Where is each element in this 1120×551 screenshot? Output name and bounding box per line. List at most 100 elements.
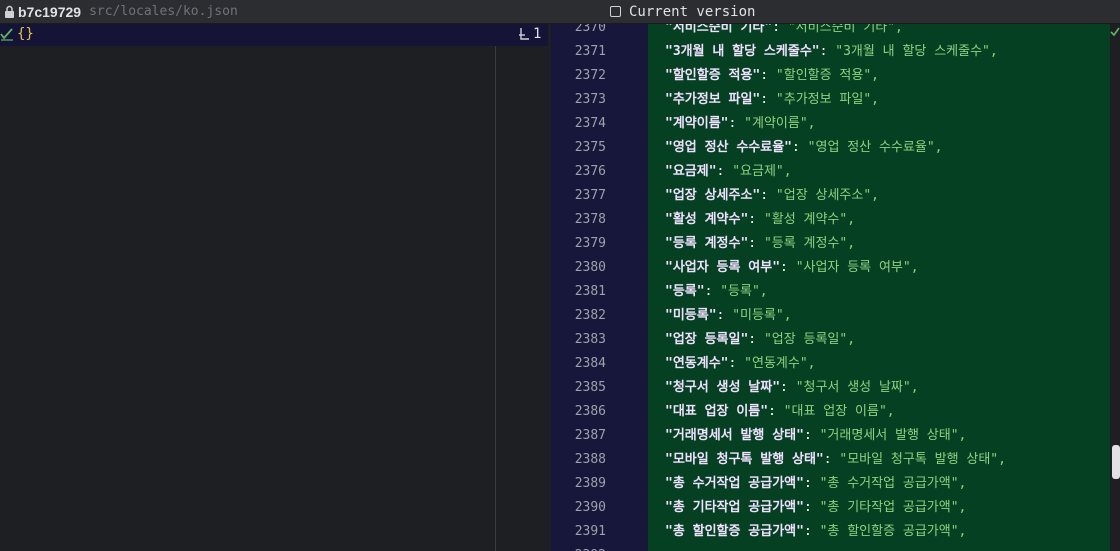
json-value: "사업자 등록 여부",: [795, 260, 919, 275]
colon-separator: :: [780, 380, 796, 395]
code-line[interactable]: "등록 계정수": "등록 계정수",: [665, 232, 855, 256]
line-number: 2379: [574, 236, 606, 251]
commit-hash: b7c19729: [18, 3, 82, 20]
json-key: "거래명세서 발행 상태": [665, 428, 804, 443]
colon-separator: :: [760, 92, 776, 107]
code-line[interactable]: "청구서 생성 날짜": "청구서 생성 날짜",: [665, 376, 919, 400]
colon-separator: :: [803, 476, 820, 491]
line-number: 2385: [574, 380, 606, 395]
code-line[interactable]: "업장 상세주소": "업장 상세주소",: [665, 184, 879, 208]
code-line[interactable]: "사업자 등록 여부": "사업자 등록 여부",: [665, 256, 919, 280]
colon-separator: :: [704, 284, 721, 299]
line-number: 2378: [574, 212, 606, 227]
line-number: 2387: [574, 428, 606, 443]
json-key: "총 할인할증 공급가액": [665, 524, 804, 539]
json-key: "계약이름": [665, 116, 729, 131]
colon-separator: :: [803, 524, 820, 539]
code-line[interactable]: "업장 등록일": "업장 등록일",: [665, 328, 855, 352]
line-number-gutter: 2370 2371 2372 2373 2374 2375 2376 2377 2378 2379…: [551, 24, 648, 551]
json-value: "총 할인할증 공급가액",: [819, 524, 967, 539]
tick-icon: [1110, 27, 1120, 37]
code-line[interactable]: "대표 업장 이름": "대표 업장 이름",: [665, 400, 895, 424]
line-number: 2371: [574, 44, 606, 59]
json-key: "총 기타작업 공급가액": [665, 500, 804, 515]
line-number: 2375: [574, 140, 606, 155]
code-line[interactable]: "총 수거작업 공급가액": "총 수거작업 공급가액",: [665, 472, 966, 496]
colon-separator: :: [803, 428, 820, 443]
json-value: "계약이름",: [744, 116, 816, 131]
left-pane-margin-line: [495, 46, 496, 551]
json-key: "청구서 생성 날짜": [665, 380, 781, 395]
checkmark-icon[interactable]: [0, 27, 14, 41]
json-value: "미등록",: [732, 308, 792, 323]
code-line[interactable]: "총 할인할증 공급가액": "총 할인할증 공급가액",: [665, 520, 966, 544]
code-line[interactable]: "할인할증 적용": "할인할증 적용",: [665, 64, 879, 88]
colon-separator: :: [728, 116, 745, 131]
code-line[interactable]: "모바일 청구톡 발행 상태": "모바일 청구톡 발행 상태",: [665, 448, 1006, 472]
scrollbar-thumb[interactable]: [1112, 445, 1120, 479]
json-key: "영업 정산 수수료율": [665, 140, 792, 155]
json-key: "3개월 내 할당 스케줄수": [665, 44, 820, 59]
code-line[interactable]: "미등록": "미등록",: [665, 304, 792, 328]
code-line[interactable]: "서비스순비 기타": "서비스순비 기타",: [665, 24, 903, 40]
diff-title-bar: b7c19729 src/locales/ko.json Current ver…: [0, 0, 1120, 24]
line-number: 2388: [574, 452, 606, 467]
code-line[interactable]: "등록": "등록",: [665, 280, 768, 304]
code-line[interactable]: "연동계수": "연동계수",: [665, 352, 815, 376]
colon-separator: :: [716, 308, 733, 323]
json-key: "할인할증 적용": [665, 68, 761, 83]
json-key: "대표 업장 이름": [665, 404, 769, 419]
right-file-tab[interactable]: Current version: [560, 0, 755, 24]
code-line[interactable]: "활성 계약수": "활성 계약수",: [665, 208, 855, 232]
code-editor[interactable]: "서비스순비 기타": "서비스순비 기타", "3개월 내 할당 스케줄수": …: [648, 24, 1110, 551]
colon-separator: :: [768, 404, 784, 419]
json-key: "등록": [665, 284, 705, 299]
json-key: "업장 상세주소": [665, 188, 761, 203]
json-key: "업장 등록일": [665, 332, 749, 347]
code-line[interactable]: "계약이름": "계약이름",: [665, 112, 815, 136]
line-number: 2391: [574, 524, 606, 539]
json-key: "미등록": [665, 308, 717, 323]
code-line[interactable]: "총 기타작업 공급가액": "총 기타작업 공급가액",: [665, 496, 966, 520]
code-line[interactable]: "영업 정산 수수료율": "영업 정산 수수료율",: [665, 136, 942, 160]
json-key: "활성 계약수": [665, 212, 749, 227]
line-number: 2382: [574, 308, 606, 323]
colon-separator: :: [760, 188, 776, 203]
json-key: "연동계수": [665, 356, 729, 371]
left-file-tab[interactable]: b7c19729 src/locales/ko.json: [0, 0, 560, 24]
colon-separator: :: [748, 332, 764, 347]
colon-separator: :: [803, 500, 820, 515]
colon-separator: :: [716, 164, 733, 179]
left-pane-header: {} 1: [0, 24, 548, 46]
code-line[interactable]: "추가정보 파일": "추가정보 파일",: [665, 88, 879, 112]
line-number: 2380: [574, 260, 606, 275]
checkbox-icon[interactable]: [610, 6, 621, 17]
left-diff-pane[interactable]: {} 1: [0, 24, 548, 551]
code-line[interactable]: "3개월 내 할당 스케줄수": "3개월 내 할당 스케줄수",: [665, 40, 998, 64]
problem-count: 1: [533, 26, 542, 42]
json-value: "활성 계약수",: [763, 212, 856, 227]
line-number: 2381: [574, 284, 606, 299]
json-value: "등록",: [720, 284, 768, 299]
line-number: 2370: [574, 24, 606, 35]
json-value: "등록 계정수",: [763, 236, 856, 251]
line-number: 2374: [574, 116, 606, 131]
json-key: "서비스순비 기타": [665, 24, 773, 35]
colon-separator: :: [772, 24, 788, 35]
json-value: "업장 상세주소",: [775, 188, 879, 203]
lock-icon: [5, 5, 14, 18]
json-key: "모바일 청구톡 발행 상태": [665, 452, 824, 467]
json-value: "청구서 생성 날짜",: [795, 380, 919, 395]
json-key: "추가정보 파일": [665, 92, 761, 107]
line-number: 2384: [574, 356, 606, 371]
problems-icon[interactable]: [518, 27, 530, 41]
code-line[interactable]: "거래명세서 발행 상태": "거래명세서 발행 상태",: [665, 424, 966, 448]
code-line[interactable]: "요금제": "요금제",: [665, 160, 792, 184]
json-value: "요금제",: [732, 164, 792, 179]
json-key: "사업자 등록 여부": [665, 260, 781, 275]
colon-separator: :: [748, 236, 764, 251]
line-number: 2377: [574, 188, 606, 203]
json-braces: {}: [17, 26, 34, 42]
colon-separator: :: [728, 356, 745, 371]
colon-separator: :: [792, 140, 808, 155]
